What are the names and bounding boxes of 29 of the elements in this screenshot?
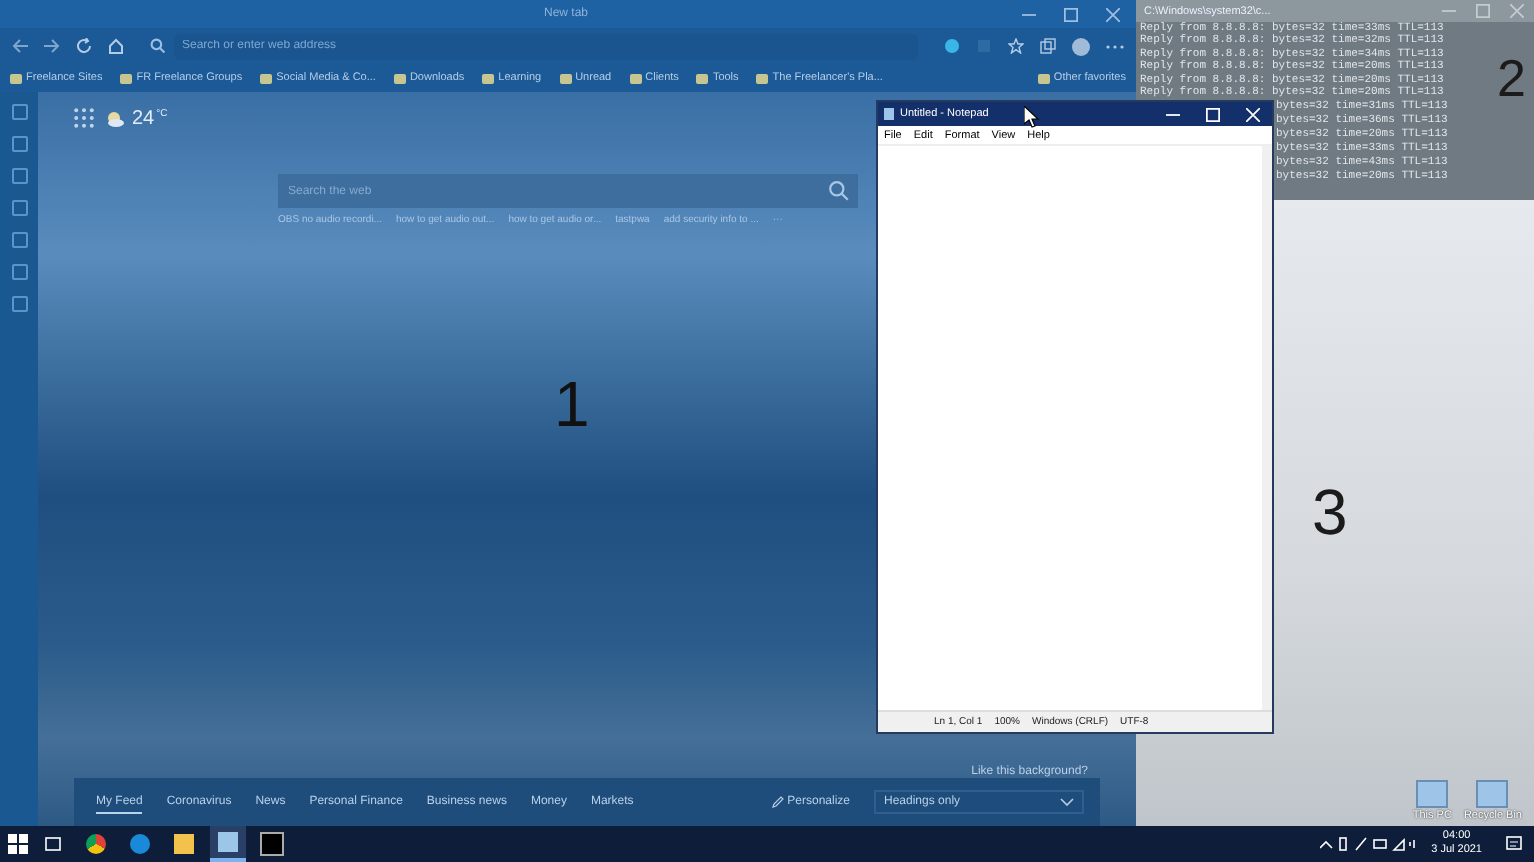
- refresh-icon[interactable]: [76, 38, 92, 54]
- zone-number: 3: [1312, 480, 1348, 544]
- desktop-icon[interactable]: [1476, 780, 1509, 808]
- taskbar-app[interactable]: [210, 826, 246, 862]
- taskbar-app[interactable]: [254, 826, 290, 862]
- weather-icon: [106, 109, 124, 127]
- start-icon[interactable]: [8, 834, 28, 854]
- pencil-icon: [771, 796, 784, 808]
- avatar-icon[interactable]: [1072, 37, 1090, 55]
- circle-icon[interactable]: [944, 38, 960, 54]
- star-icon[interactable]: [1008, 38, 1024, 54]
- temperature: 24: [132, 107, 155, 129]
- desktop-icon[interactable]: [1416, 780, 1449, 808]
- apps-grid-icon[interactable]: [74, 108, 94, 128]
- notepad-icon: [884, 108, 894, 120]
- forward-icon[interactable]: [44, 38, 60, 54]
- cursor-icon: [1024, 106, 1040, 128]
- zone-number: 2: [1497, 52, 1526, 104]
- search-icon[interactable]: [828, 180, 850, 202]
- task-view-icon[interactable]: [44, 836, 62, 852]
- notification-icon[interactable]: [1506, 836, 1522, 852]
- zone-number: 1: [554, 372, 590, 436]
- chevron-down-icon: [1060, 798, 1074, 806]
- more-icon[interactable]: [1106, 43, 1124, 49]
- collections-icon[interactable]: [1040, 38, 1056, 54]
- home-icon[interactable]: [108, 38, 124, 54]
- search-icon: [150, 38, 166, 54]
- back-icon[interactable]: [12, 38, 28, 54]
- tray-icons[interactable]: [1319, 836, 1416, 852]
